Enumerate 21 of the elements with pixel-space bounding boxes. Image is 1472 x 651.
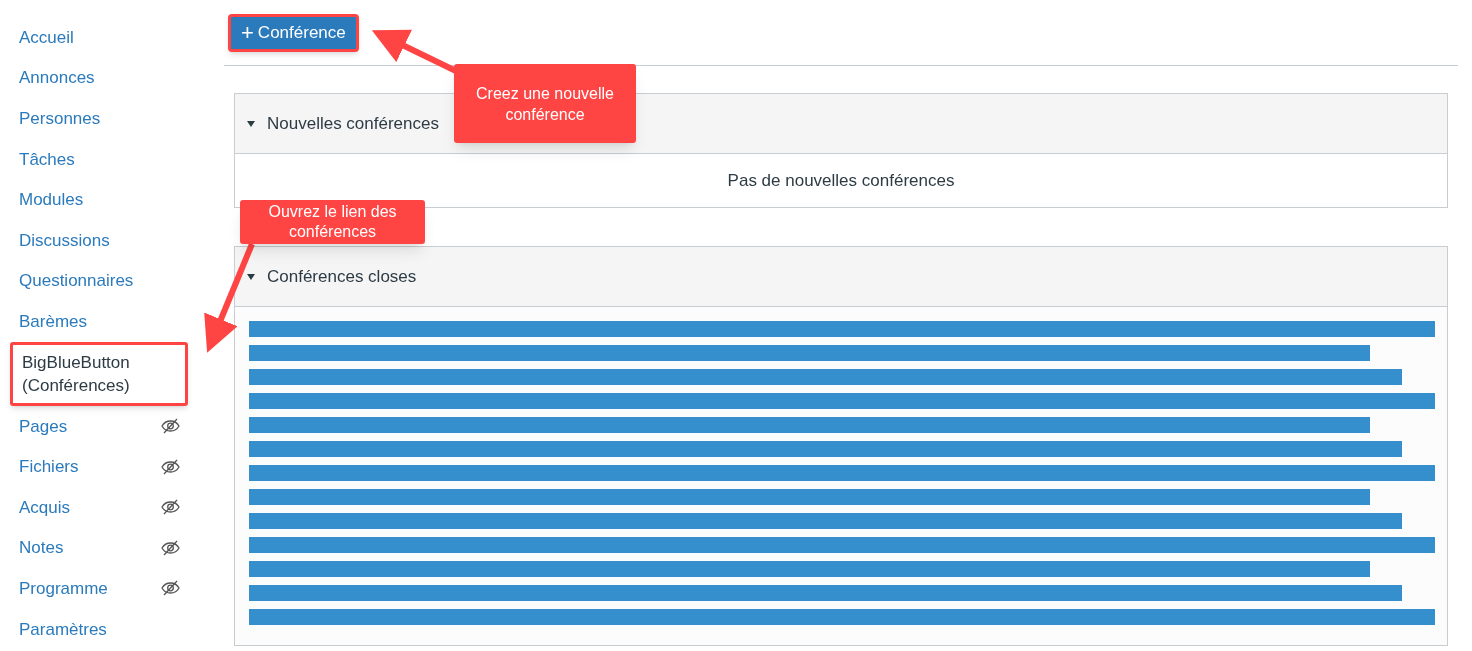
sidebar-link[interactable]: Annonces xyxy=(19,66,95,90)
section-header[interactable]: Conférences closes xyxy=(235,247,1447,307)
sidebar-link[interactable]: Discussions xyxy=(19,228,110,252)
sidebar-link[interactable]: Pages xyxy=(19,414,68,438)
sidebar-link[interactable]: Barèmes xyxy=(19,309,88,333)
sidebar-link[interactable]: Tâches xyxy=(19,147,75,171)
sidebar-link[interactable]: Personnes xyxy=(19,107,101,130)
caret-icon xyxy=(247,119,255,128)
sidebar-link[interactable]: Accueil xyxy=(19,25,74,49)
sidebar-link[interactable]: Paramètres xyxy=(19,617,107,641)
caret-icon xyxy=(247,272,255,281)
sidebar-link[interactable]: Questionnaires xyxy=(19,269,134,293)
add-conference-button[interactable]: + Conférence xyxy=(228,13,359,52)
sidebar-link[interactable]: Fichiers xyxy=(19,455,79,479)
sidebar-link[interactable]: Acquis xyxy=(19,495,71,519)
sidebar-link[interactable]: Programme xyxy=(19,576,108,600)
sidebar-link[interactable]: Notes xyxy=(19,536,64,560)
empty-message: Pas de nouvelles conférences xyxy=(727,169,955,192)
sidebar-link[interactable]: Modules xyxy=(19,188,84,212)
callout: Ouvrez le lien des conférences xyxy=(240,200,425,244)
callout: Creez une nouvelle conférence xyxy=(454,64,636,143)
